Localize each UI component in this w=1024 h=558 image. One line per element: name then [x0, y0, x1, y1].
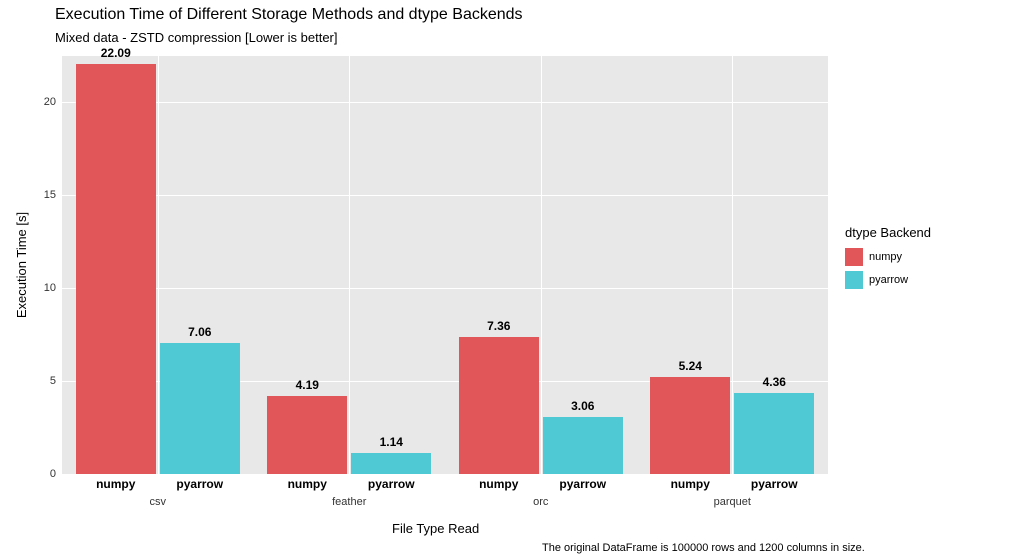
grid-line [158, 56, 159, 474]
bar-pyarrow [351, 453, 431, 474]
grid-line [62, 102, 828, 103]
category-label: parquet [714, 496, 751, 508]
x-axis-label: File Type Read [392, 521, 479, 536]
legend-label: pyarrow [869, 274, 908, 286]
dodge-label: numpy [288, 477, 327, 491]
legend-label: numpy [869, 251, 902, 263]
dodge-label: pyarrow [176, 477, 223, 491]
y-tick-label: 15 [44, 189, 56, 201]
bar-value-label: 4.36 [763, 375, 786, 389]
grid-line [541, 56, 542, 474]
grid-line [62, 474, 828, 475]
bar-value-label: 3.06 [571, 399, 594, 413]
bar-value-label: 7.06 [188, 325, 211, 339]
bar-value-label: 1.14 [380, 435, 403, 449]
plot-area [62, 56, 828, 474]
category-label: csv [150, 496, 167, 508]
chart-title: Execution Time of Different Storage Meth… [55, 6, 523, 24]
category-label: feather [332, 496, 366, 508]
legend-item-pyarrow: pyarrow [845, 271, 931, 289]
dodge-label: numpy [96, 477, 135, 491]
y-tick-label: 5 [50, 375, 56, 387]
chart-container: Execution Time of Different Storage Meth… [0, 0, 1024, 558]
bar-value-label: 7.36 [487, 319, 510, 333]
legend-swatch-icon [845, 271, 863, 289]
legend-swatch-icon [845, 248, 863, 266]
y-tick-label: 0 [50, 468, 56, 480]
category-label: orc [533, 496, 548, 508]
bar-numpy [76, 64, 156, 474]
dodge-label: numpy [479, 477, 518, 491]
bar-value-label: 22.09 [101, 46, 131, 60]
bar-numpy [459, 337, 539, 474]
dodge-label: pyarrow [751, 477, 798, 491]
bar-value-label: 5.24 [679, 359, 702, 373]
dodge-label: numpy [671, 477, 710, 491]
grid-line [62, 195, 828, 196]
bar-value-label: 4.19 [296, 378, 319, 392]
dodge-label: pyarrow [368, 477, 415, 491]
bar-pyarrow [160, 343, 240, 474]
bar-pyarrow [543, 417, 623, 474]
grid-line [349, 56, 350, 474]
dodge-label: pyarrow [559, 477, 606, 491]
y-tick-label: 10 [44, 282, 56, 294]
bar-numpy [267, 396, 347, 474]
bar-pyarrow [734, 393, 814, 474]
grid-line [62, 288, 828, 289]
grid-line [732, 56, 733, 474]
legend-item-numpy: numpy [845, 248, 931, 266]
chart-caption: The original DataFrame is 100000 rows an… [542, 542, 865, 554]
y-axis-label: Execution Time [s] [14, 212, 29, 318]
legend: dtype Backend numpy pyarrow [845, 225, 931, 294]
chart-subtitle: Mixed data - ZSTD compression [Lower is … [55, 30, 338, 45]
bar-numpy [650, 377, 730, 474]
y-tick-label: 20 [44, 96, 56, 108]
legend-title: dtype Backend [845, 225, 931, 240]
